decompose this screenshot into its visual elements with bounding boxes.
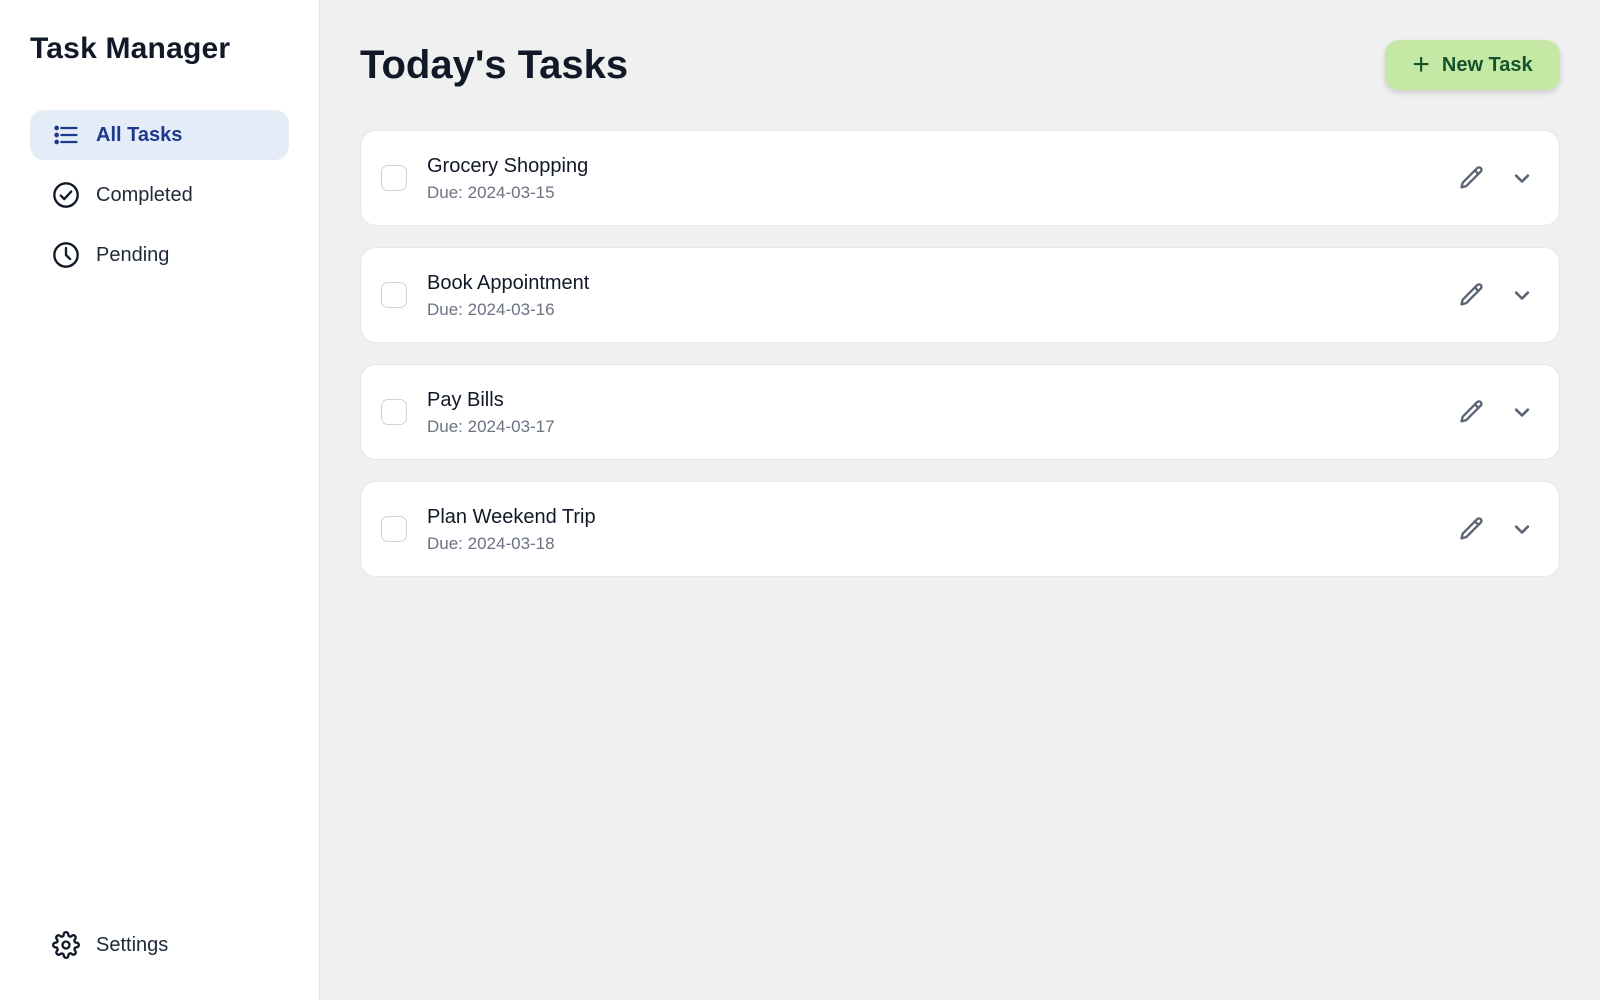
task-text: Book Appointment Due: 2024-03-16 <box>427 270 1455 321</box>
sidebar: Task Manager All Tasks Completed Pending… <box>0 0 320 1000</box>
task-due-date: Due: 2024-03-17 <box>427 416 555 436</box>
task-text: Grocery Shopping Due: 2024-03-15 <box>427 153 1455 204</box>
task-checkbox[interactable] <box>381 516 407 542</box>
new-task-label: New Task <box>1441 53 1533 76</box>
task-actions <box>1455 161 1539 195</box>
task-card: Pay Bills Due: 2024-03-17 <box>360 364 1560 460</box>
task-name: Grocery Shopping <box>427 154 589 177</box>
task-actions <box>1455 512 1539 546</box>
chevron-down-icon[interactable] <box>1505 395 1539 429</box>
chevron-down-icon[interactable] <box>1505 512 1539 546</box>
main-content: Today's Tasks + New Task Grocery Shoppin… <box>320 0 1600 1000</box>
sidebar-item-label: Pending <box>96 243 170 266</box>
edit-pencil-icon[interactable] <box>1455 161 1489 195</box>
task-checkbox[interactable] <box>381 399 407 425</box>
task-name: Pay Bills <box>427 388 504 411</box>
list-icon <box>52 121 80 149</box>
sidebar-item-completed[interactable]: Completed <box>30 170 289 220</box>
sidebar-item-label: Settings <box>96 933 169 956</box>
gear-icon <box>52 931 80 959</box>
plus-icon: + <box>1412 48 1430 81</box>
sidebar-item-settings[interactable]: Settings <box>30 920 289 970</box>
task-text: Pay Bills Due: 2024-03-17 <box>427 387 1455 438</box>
task-card: Grocery Shopping Due: 2024-03-15 <box>360 130 1560 226</box>
task-checkbox[interactable] <box>381 165 407 191</box>
chevron-down-icon[interactable] <box>1505 278 1539 312</box>
page-title: Today's Tasks <box>360 43 629 87</box>
edit-pencil-icon[interactable] <box>1455 395 1489 429</box>
task-checkbox[interactable] <box>381 282 407 308</box>
edit-pencil-icon[interactable] <box>1455 512 1489 546</box>
task-list: Grocery Shopping Due: 2024-03-15 Book Ap… <box>360 130 1560 577</box>
app-title: Task Manager <box>30 32 231 65</box>
task-name: Plan Weekend Trip <box>427 505 596 528</box>
clock-icon <box>52 241 80 269</box>
task-actions <box>1455 395 1539 429</box>
task-due-date: Due: 2024-03-18 <box>427 533 555 553</box>
edit-pencil-icon[interactable] <box>1455 278 1489 312</box>
task-due-date: Due: 2024-03-15 <box>427 182 555 202</box>
app-root: Task Manager All Tasks Completed Pending… <box>0 0 1600 1000</box>
task-card: Plan Weekend Trip Due: 2024-03-18 <box>360 481 1560 577</box>
sidebar-item-all-tasks[interactable]: All Tasks <box>30 110 289 160</box>
sidebar-item-label: Completed <box>96 183 193 206</box>
chevron-down-icon[interactable] <box>1505 161 1539 195</box>
sidebar-item-label: All Tasks <box>96 123 183 146</box>
sidebar-item-pending[interactable]: Pending <box>30 230 289 280</box>
check-circle-icon <box>52 181 80 209</box>
task-card: Book Appointment Due: 2024-03-16 <box>360 247 1560 343</box>
new-task-button[interactable]: + New Task <box>1385 40 1560 90</box>
task-due-date: Due: 2024-03-16 <box>427 299 555 319</box>
sidebar-nav: All Tasks Completed Pending <box>30 110 289 280</box>
task-text: Plan Weekend Trip Due: 2024-03-18 <box>427 504 1455 555</box>
task-actions <box>1455 278 1539 312</box>
task-name: Book Appointment <box>427 271 590 294</box>
